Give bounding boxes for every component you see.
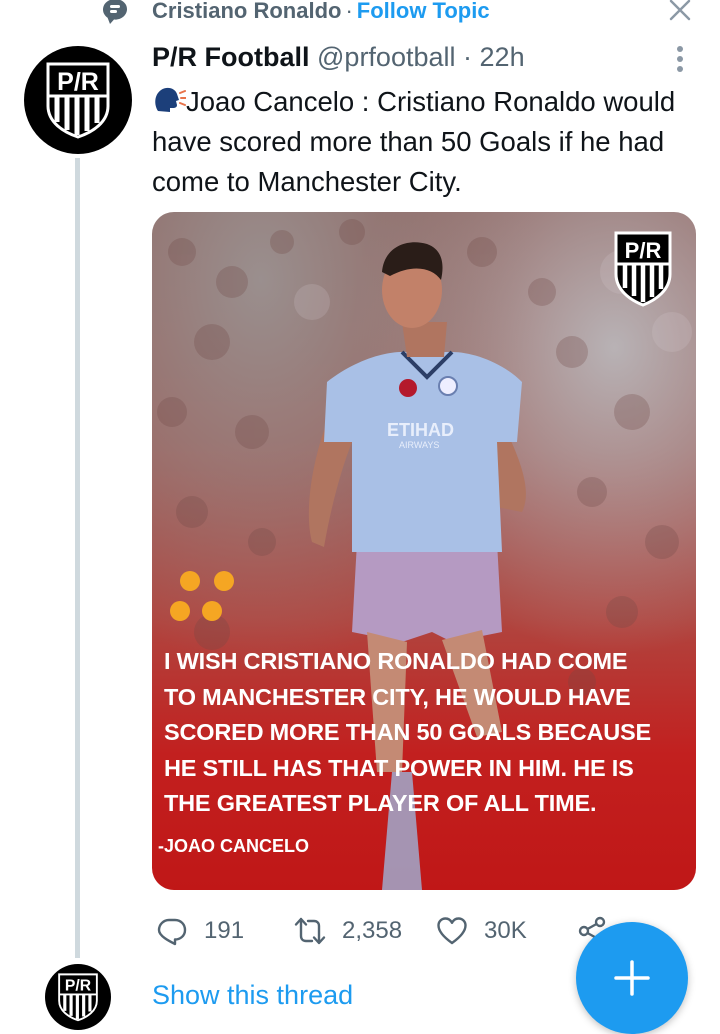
tweet-body: Joao Cancelo : Cristiano Ronaldo would h… bbox=[152, 86, 676, 197]
pr-logo: P/R bbox=[46, 62, 110, 139]
tweet-image[interactable]: ETIHAD AIRWAYS P/R I WISH CRISTIANO RONA… bbox=[152, 212, 696, 890]
svg-text:P/R: P/R bbox=[57, 68, 99, 96]
like-button[interactable]: 30K bbox=[436, 908, 527, 954]
like-icon bbox=[437, 917, 467, 945]
pr-logo-small: P/R bbox=[58, 973, 98, 1022]
quote-text: I WISH CRISTIANO RONALDO HAD COME TO MAN… bbox=[164, 644, 684, 822]
quote-line: TO MANCHESTER CITY, HE WOULD HAVE bbox=[164, 683, 631, 710]
show-thread-link[interactable]: Show this thread bbox=[152, 980, 353, 1011]
reply-button[interactable]: 191 bbox=[156, 908, 244, 954]
like-count: 30K bbox=[484, 917, 527, 944]
compose-plus-icon bbox=[614, 960, 650, 996]
speaking-head-icon bbox=[155, 87, 186, 112]
svg-text:P/R: P/R bbox=[625, 238, 662, 263]
quote-mark-icon bbox=[170, 571, 234, 621]
topic-separator: · bbox=[345, 0, 353, 23]
tweet-actions: 191 2,358 30K bbox=[152, 908, 622, 954]
follow-topic-button[interactable]: Follow Topic bbox=[357, 0, 490, 23]
svg-text:P/R: P/R bbox=[65, 978, 92, 995]
tweet-time[interactable]: 22h bbox=[480, 42, 525, 72]
svg-text:ETIHAD: ETIHAD bbox=[387, 420, 454, 440]
header-separator: · bbox=[463, 42, 473, 72]
media-pr-logo: P/R bbox=[614, 231, 672, 307]
tweet-text: Joao Cancelo : Cristiano Ronaldo would h… bbox=[152, 82, 700, 202]
topic-icon bbox=[103, 0, 127, 24]
more-icon[interactable] bbox=[668, 44, 692, 74]
close-icon[interactable] bbox=[666, 0, 694, 24]
quote-author: -JOAO CANCELO bbox=[158, 836, 310, 856]
svg-text:AIRWAYS: AIRWAYS bbox=[399, 440, 439, 450]
compose-button[interactable] bbox=[576, 922, 688, 1034]
quote-line: THE GREATEST PLAYER OF ALL TIME. bbox=[164, 790, 597, 816]
topic-name[interactable]: Cristiano Ronaldo bbox=[152, 0, 341, 23]
quote-line: SCORED MORE THAN 50 GOALS BECAUSE bbox=[164, 719, 651, 745]
author-avatar-small[interactable]: P/R bbox=[45, 964, 111, 1030]
quote-line: HE STILL HAS THAT POWER IN HIM. HE IS bbox=[164, 754, 634, 781]
topic-bar: Cristiano Ronaldo · Follow Topic bbox=[0, 0, 720, 32]
reply-count: 191 bbox=[204, 917, 245, 944]
reply-icon bbox=[157, 918, 187, 946]
author-avatar[interactable]: P/R bbox=[24, 46, 132, 154]
retweet-button[interactable]: 2,358 bbox=[294, 908, 402, 954]
author-handle[interactable]: @prfootball bbox=[317, 42, 455, 72]
thread-line bbox=[75, 158, 80, 958]
tweet-header: P/R Football @prfootball · 22h bbox=[152, 42, 525, 73]
retweet-count: 2,358 bbox=[342, 917, 403, 944]
retweet-icon bbox=[294, 917, 326, 945]
author-name[interactable]: P/R Football bbox=[152, 42, 310, 72]
quote-line: I WISH CRISTIANO RONALDO HAD COME bbox=[164, 648, 628, 674]
